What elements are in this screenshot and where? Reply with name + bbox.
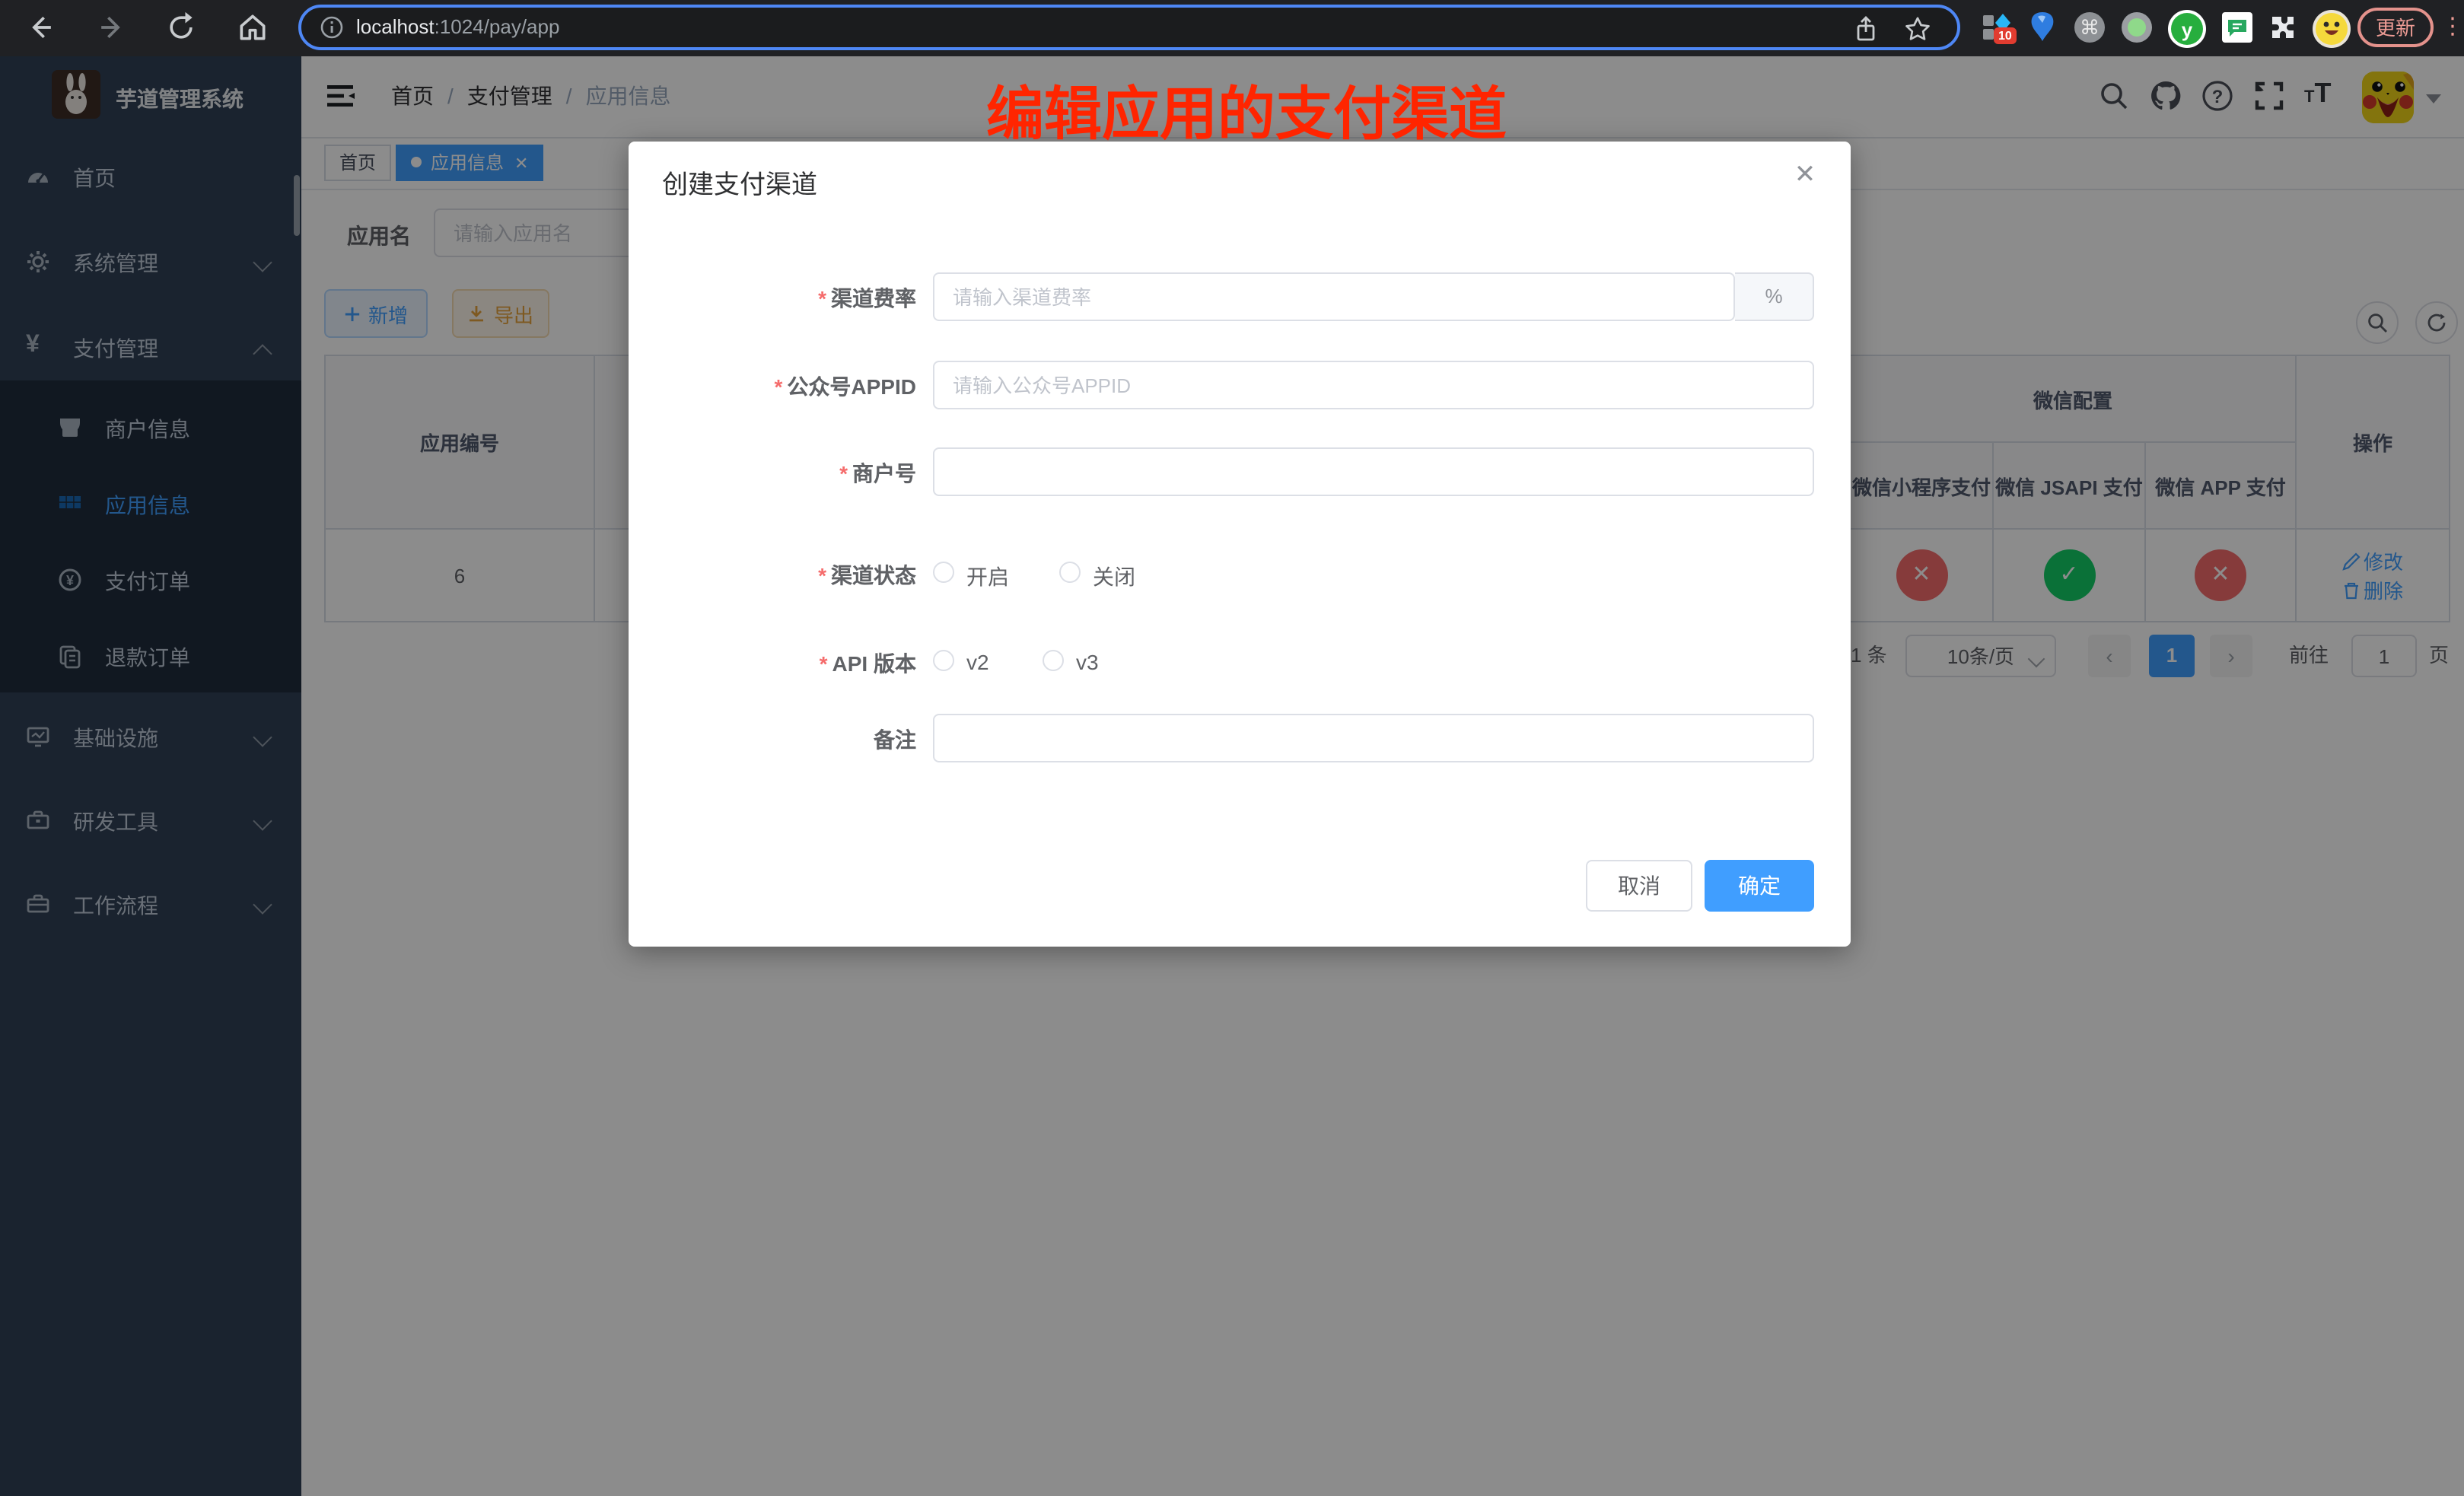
field-official-appid: *公众号APPID	[629, 361, 1851, 409]
radio-api-v3[interactable]	[1043, 650, 1064, 671]
extension-cmd-icon[interactable]: ⌘	[2071, 9, 2108, 46]
remark-input[interactable]	[933, 714, 1814, 762]
site-info-icon[interactable]	[320, 15, 344, 47]
home-icon[interactable]	[236, 11, 269, 44]
browser-update-button[interactable]: 更新	[2357, 8, 2434, 47]
browser-profile-avatar[interactable]	[2312, 9, 2348, 46]
cancel-button[interactable]: 取消	[1586, 860, 1692, 912]
svg-text:⌘: ⌘	[2080, 16, 2099, 39]
radio-api-v2[interactable]	[933, 650, 954, 671]
share-icon[interactable]	[1851, 14, 1881, 52]
forward-icon[interactable]	[94, 11, 128, 44]
close-icon[interactable]: ✕	[1790, 160, 1820, 190]
extension-badge: 10	[1994, 27, 2017, 44]
url-text[interactable]: localhost:1024/pay/app	[356, 15, 559, 38]
extension-y-icon[interactable]: y	[2167, 9, 2204, 46]
radio-api-v2-label[interactable]: v2	[966, 650, 989, 674]
field-channel-status: *渠道状态 开启 关闭	[629, 549, 1851, 598]
official-appid-input[interactable]	[933, 361, 1814, 409]
extension-balloon-icon[interactable]	[2024, 9, 2061, 46]
extension-green-dot-icon[interactable]	[2119, 9, 2155, 46]
required-asterisk: *	[818, 563, 826, 587]
radio-status-open[interactable]	[933, 562, 954, 583]
required-asterisk: *	[820, 651, 828, 676]
browser-toolbar: localhost:1024/pay/app 10 ⌘ y 更新 ⋮	[0, 0, 2464, 56]
annotation-text: 编辑应用的支付渠道	[986, 67, 1507, 151]
field-remark: 备注	[629, 714, 1851, 762]
url-bar[interactable]: localhost:1024/pay/app	[298, 5, 1960, 50]
required-asterisk: *	[818, 286, 826, 310]
radio-status-open-label[interactable]: 开启	[966, 562, 1009, 592]
radio-api-v3-label[interactable]: v3	[1076, 650, 1099, 674]
browser-menu-icon[interactable]: ⋮	[2441, 8, 2464, 47]
app-root: 芋道管理系统 首页 系统管理 ¥ 支付管理	[0, 56, 2464, 1496]
channel-rate-input[interactable]	[933, 272, 1735, 321]
required-asterisk: *	[839, 461, 848, 485]
field-channel-rate: *渠道费率 %	[629, 272, 1851, 321]
merchant-id-input[interactable]	[933, 447, 1814, 496]
extension-chat-icon[interactable]	[2219, 9, 2255, 46]
radio-status-closed-label[interactable]: 关闭	[1093, 562, 1135, 592]
radio-status-closed[interactable]	[1059, 562, 1081, 583]
required-asterisk: *	[775, 374, 783, 399]
svg-text:y: y	[2182, 18, 2193, 41]
back-icon[interactable]	[24, 11, 58, 44]
screen: localhost:1024/pay/app 10 ⌘ y 更新 ⋮	[0, 0, 2464, 1496]
confirm-button[interactable]: 确定	[1705, 860, 1814, 912]
reload-icon[interactable]	[164, 11, 198, 44]
field-merchant-id: *商户号	[629, 447, 1851, 496]
extension-tag-manager-icon[interactable]: 10	[1979, 9, 2015, 46]
field-api-version: *API 版本 v2 v3	[629, 638, 1851, 686]
bookmark-star-icon[interactable]	[1902, 14, 1933, 52]
percent-append: %	[1735, 272, 1814, 321]
dialog-title: 创建支付渠道	[662, 163, 817, 201]
create-channel-dialog: 创建支付渠道 ✕ *渠道费率 % *公众号APPID *商户号 *渠道状态 开启	[629, 142, 1851, 947]
extensions-puzzle-icon[interactable]	[2266, 9, 2303, 46]
